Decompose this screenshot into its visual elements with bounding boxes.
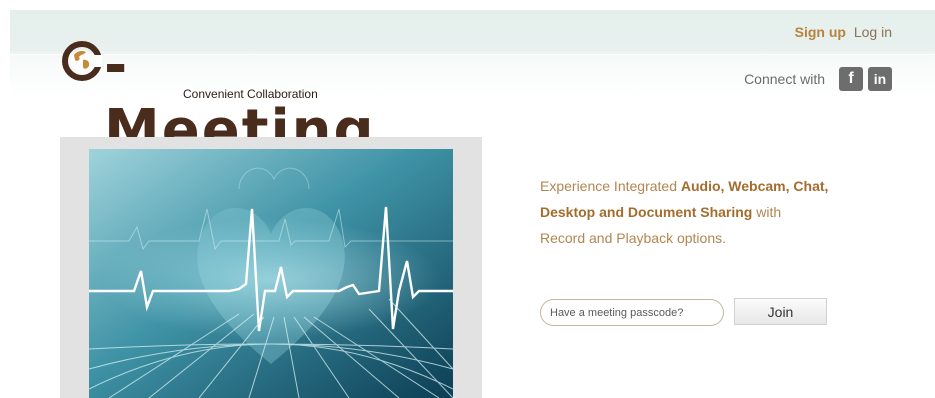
join-button[interactable]: Join (734, 298, 827, 325)
social-connect: Connect with f in (744, 67, 892, 91)
feature-intro: Experience Integrated (540, 178, 681, 194)
signup-link[interactable]: Sign up (795, 24, 846, 40)
logo[interactable]: -Meeting Convenient Collaboration (62, 33, 374, 163)
feature-description: Experience Integrated Audio, Webcam, Cha… (540, 173, 870, 251)
linkedin-icon[interactable]: in (868, 67, 892, 91)
feature-middle: with (752, 204, 782, 220)
globe-icon (62, 41, 102, 81)
auth-links: Sign up Log in (795, 24, 892, 40)
facebook-icon[interactable]: f (839, 67, 863, 91)
logo-tagline: Convenient Collaboration (183, 87, 318, 101)
feature-closing: Record and Playback options. (540, 230, 726, 246)
login-link[interactable]: Log in (854, 24, 892, 40)
passcode-input[interactable] (540, 299, 724, 326)
hero-heartbeat-image (89, 149, 453, 398)
connect-label: Connect with (744, 71, 825, 87)
